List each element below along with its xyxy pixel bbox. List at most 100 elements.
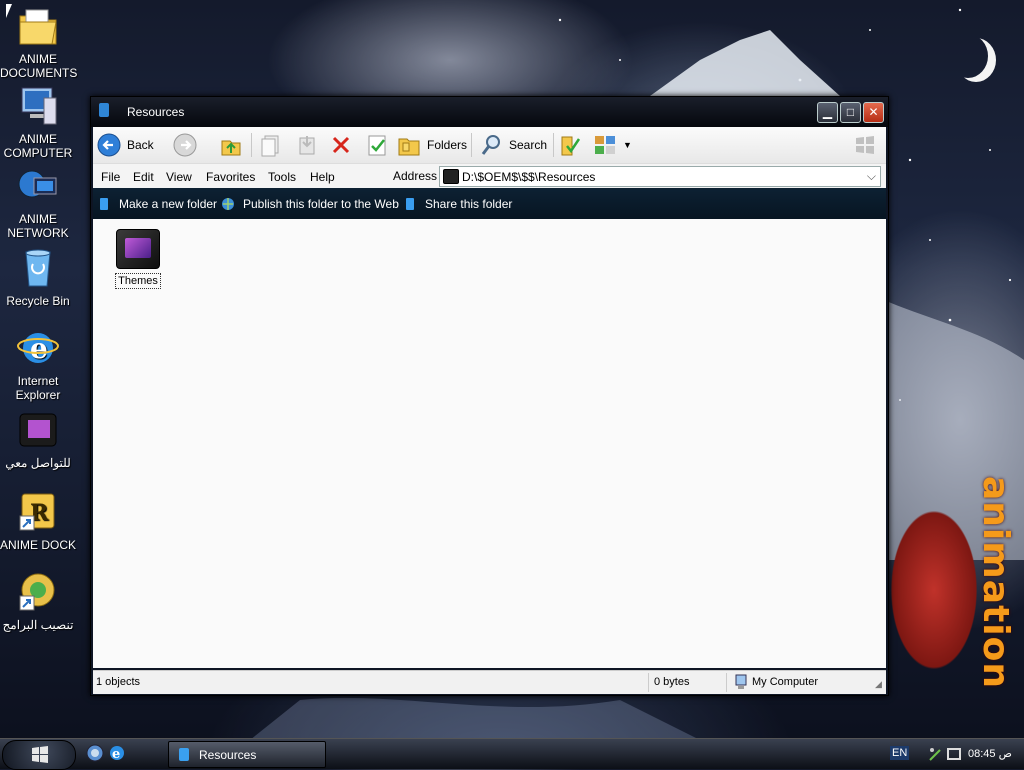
desktop-icon-label: ANIME DOCK — [0, 538, 77, 552]
windows-flag-icon — [853, 133, 877, 157]
installer-shortcut-icon — [16, 570, 60, 614]
folder-item-themes[interactable]: Themes — [113, 229, 163, 289]
address-label: Address — [393, 169, 438, 183]
desktop-icon-contact-folder[interactable]: للتواصل معي — [0, 408, 76, 470]
documents-folder-icon — [16, 4, 60, 48]
menu-edit[interactable]: Edit — [133, 170, 154, 184]
new-folder-icon — [99, 197, 109, 211]
status-object-count: 1 objects — [96, 676, 141, 688]
menu-view[interactable]: View — [166, 170, 192, 184]
folder-tasks-strip: Make a new folder Publish this folder to… — [93, 188, 886, 219]
folders-label: Folders — [427, 138, 468, 152]
folder-check-icon — [559, 133, 583, 157]
volume-tray-icon[interactable] — [946, 746, 962, 765]
forward-button[interactable] — [173, 132, 203, 158]
desktop-icon-install-programs[interactable]: تنصيب البرامج — [0, 570, 76, 632]
toolbar-separator — [471, 133, 472, 157]
menu-tools[interactable]: Tools — [268, 170, 296, 184]
desktop-icon-label: Recycle Bin — [6, 294, 70, 308]
desktop-icon-label: للتواصل معي — [5, 456, 71, 470]
desktop-icon-anime-computer[interactable]: ANIME COMPUTER — [0, 84, 76, 160]
status-location: My Computer — [752, 676, 819, 688]
views-button[interactable]: ▼ — [593, 132, 632, 158]
toolbar-separator — [553, 133, 554, 157]
task-label: Publish this folder to the Web — [243, 197, 399, 211]
copy-to-button[interactable] — [295, 132, 325, 158]
svg-text:e: e — [30, 332, 48, 365]
globe-icon — [221, 197, 235, 211]
desktop-icon-label: Internet Explorer — [15, 374, 61, 402]
status-separator — [648, 673, 649, 692]
desktop-icon-anime-dock[interactable]: R ANIME DOCK — [0, 490, 76, 552]
search-button[interactable]: Search — [479, 132, 547, 158]
folder-sync-button[interactable] — [559, 132, 589, 158]
internet-explorer-icon[interactable]: e — [108, 744, 126, 762]
menu-help[interactable]: Help — [310, 170, 335, 184]
menu-bar: File Edit View Favorites Tools Help Addr… — [93, 163, 886, 189]
network-tray-icon[interactable] — [928, 746, 942, 765]
taskbar: e Resources EN 08:45 ص — [0, 738, 1024, 770]
wallpaper-brand-text: animation — [975, 476, 1016, 689]
menu-file[interactable]: File — [101, 170, 120, 184]
up-folder-button[interactable] — [219, 132, 249, 158]
resize-grip-icon[interactable]: ◢ — [875, 679, 882, 690]
internet-explorer-icon: e — [16, 326, 60, 370]
dock-shortcut-icon: R — [16, 490, 60, 534]
computer-icon — [16, 84, 60, 128]
task-label: Make a new folder — [119, 197, 218, 211]
address-input[interactable]: D:\$OEM$\$$\Resources — [462, 170, 595, 184]
menu-favorites[interactable]: Favorites — [206, 170, 255, 184]
desktop-icon-label: ANIME COMPUTER — [3, 132, 73, 160]
network-globe-icon — [16, 164, 60, 208]
folder-task-icon — [179, 748, 189, 761]
maximize-button[interactable]: □ — [840, 102, 861, 123]
address-bar[interactable]: D:\$OEM$\$$\Resources ⌵ — [439, 166, 881, 187]
close-button[interactable]: ✕ — [863, 102, 884, 123]
search-label: Search — [509, 138, 548, 152]
folder-name: Themes — [115, 273, 161, 289]
folders-icon — [397, 133, 421, 157]
toolbar-separator — [251, 133, 252, 157]
delete-button[interactable] — [329, 132, 359, 158]
svg-text:e: e — [112, 747, 120, 762]
properties-button[interactable] — [365, 132, 395, 158]
dark-folder-icon — [116, 229, 160, 269]
folder-title-icon — [99, 103, 109, 117]
language-indicator[interactable]: EN — [890, 746, 910, 760]
my-computer-status-icon — [734, 674, 748, 693]
desktop-icon-label: تنصيب البرامج — [2, 618, 74, 632]
dark-folder-icon — [16, 408, 60, 452]
window-title: Resources — [127, 105, 185, 119]
mouse-cursor — [6, 4, 12, 18]
views-grid-icon — [593, 133, 617, 157]
properties-check-icon — [365, 133, 389, 157]
status-size: 0 bytes — [654, 676, 690, 688]
back-button[interactable]: Back — [97, 132, 154, 158]
up-folder-icon — [219, 133, 243, 157]
move-to-button[interactable] — [259, 132, 289, 158]
delete-x-icon — [329, 133, 353, 157]
desktop-icon-recycle-bin[interactable]: Recycle Bin — [0, 246, 76, 308]
title-bar[interactable]: Resources ▁ □ ✕ — [91, 97, 888, 127]
status-separator — [726, 673, 727, 692]
system-tray: EN 08:45 ص — [884, 740, 1024, 768]
minimize-button[interactable]: ▁ — [817, 102, 838, 123]
desktop-icon-label: ANIME NETWORK — [7, 212, 69, 240]
share-folder-link[interactable]: Share this folder — [405, 197, 512, 211]
copy-to-icon — [295, 133, 319, 157]
windows-flag-icon — [31, 745, 49, 763]
desktop-icon-anime-network[interactable]: ANIME NETWORK — [0, 164, 76, 240]
recycle-bin-icon — [16, 246, 60, 290]
file-list-pane[interactable]: Themes — [93, 219, 886, 668]
folders-button[interactable]: Folders — [397, 132, 467, 158]
taskbar-window-button[interactable]: Resources — [168, 741, 326, 768]
desktop-icon-internet-explorer[interactable]: e Internet Explorer — [0, 326, 76, 402]
clock[interactable]: 08:45 ص — [968, 747, 1012, 760]
show-desktop-icon[interactable] — [86, 744, 104, 762]
task-label: Share this folder — [425, 197, 513, 211]
start-button[interactable] — [2, 740, 76, 770]
publish-to-web-link[interactable]: Publish this folder to the Web — [221, 197, 399, 211]
wallpaper-figure — [884, 470, 984, 700]
chevron-down-icon[interactable]: ⌵ — [867, 169, 876, 184]
make-new-folder-link[interactable]: Make a new folder — [99, 197, 217, 211]
